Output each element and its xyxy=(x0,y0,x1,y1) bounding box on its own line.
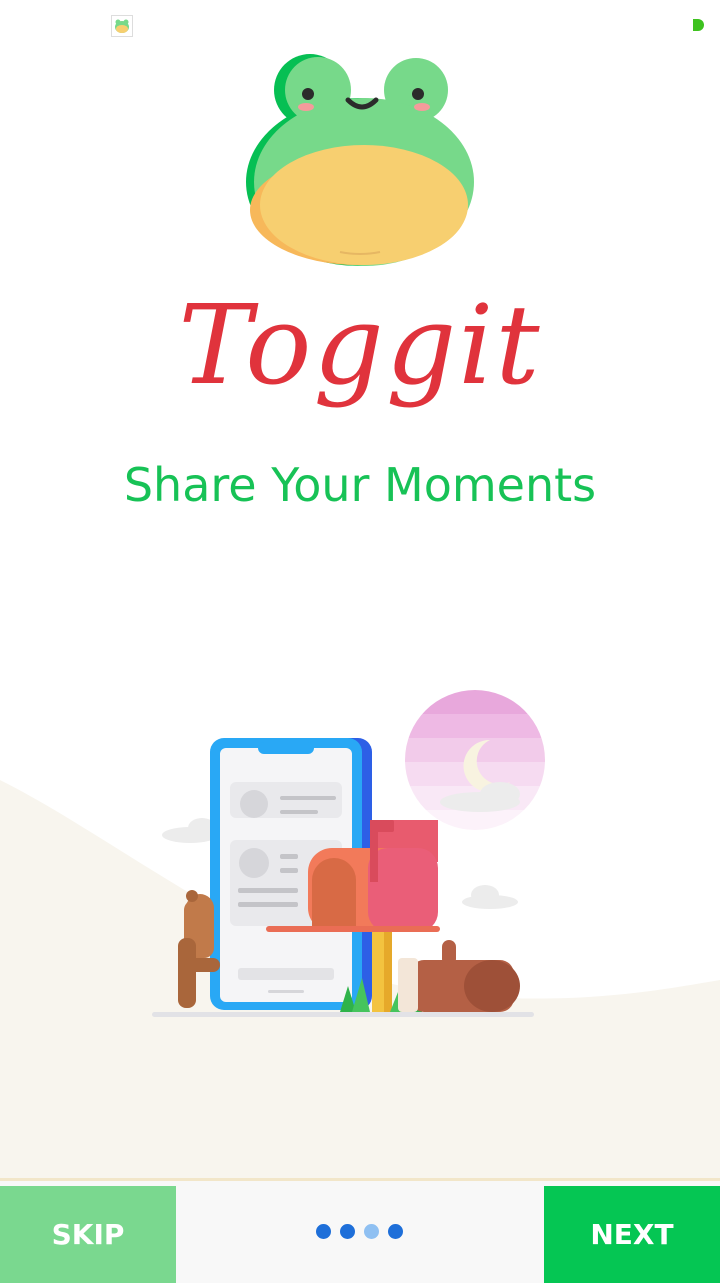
notification-dot-icon xyxy=(693,19,704,31)
phone-mailbox-illustration xyxy=(152,690,545,1017)
next-button[interactable]: NEXT xyxy=(544,1186,720,1283)
status-bar xyxy=(0,0,720,48)
page-dot-3-active[interactable] xyxy=(364,1224,379,1239)
page-dot-1[interactable] xyxy=(316,1224,331,1239)
app-name: Toggit xyxy=(178,281,542,409)
tagline: Share Your Moments xyxy=(123,458,597,512)
skip-button[interactable]: SKIP xyxy=(0,1186,176,1283)
frog-logo xyxy=(246,54,474,266)
frog-app-icon xyxy=(111,15,133,37)
onboarding-bottom-bar: SKIP NEXT xyxy=(0,1178,720,1283)
page-dot-2[interactable] xyxy=(340,1224,355,1239)
page-dot-4[interactable] xyxy=(388,1224,403,1239)
page-indicator xyxy=(316,1224,403,1240)
